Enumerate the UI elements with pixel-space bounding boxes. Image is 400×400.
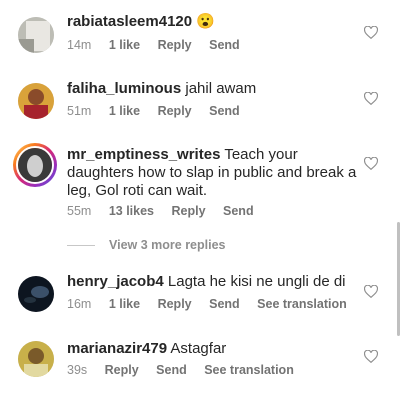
avatar[interactable] [18, 83, 54, 119]
comment-text: rabiatasleem4120 😮 [67, 13, 359, 31]
send-button[interactable]: Send [223, 204, 254, 218]
like-count[interactable]: 1 like [109, 104, 140, 118]
comment-text: faliha_luminous jahil awam [67, 80, 359, 98]
comment-body: Lagta he kisi ne ungli de di [167, 273, 346, 290]
comment-meta: 55m 13 likes Reply Send [67, 204, 268, 218]
comment-body: 😮 [196, 13, 215, 30]
send-button[interactable]: Send [209, 297, 240, 311]
send-button[interactable]: Send [156, 363, 187, 377]
reply-button[interactable]: Reply [171, 204, 205, 218]
comment-username[interactable]: henry_jacob4 [67, 273, 164, 290]
comment-time: 16m [67, 297, 92, 311]
comment-username[interactable]: faliha_luminous [67, 80, 181, 97]
reply-button[interactable]: Reply [158, 104, 192, 118]
avatar[interactable] [18, 276, 54, 312]
send-button[interactable]: Send [209, 38, 240, 52]
comment-meta: 39s Reply Send See translation [67, 363, 308, 377]
comment-meta: 14m 1 like Reply Send [67, 38, 254, 52]
comment-text: henry_jacob4 Lagta he kisi ne ungli de d… [67, 273, 359, 291]
comment-time: 55m [67, 204, 92, 218]
like-count[interactable]: 1 like [109, 297, 140, 311]
avatar[interactable] [18, 17, 54, 53]
see-translation-button[interactable]: See translation [204, 363, 294, 377]
reply-button[interactable]: Reply [158, 297, 192, 311]
reply-button[interactable]: Reply [158, 38, 192, 52]
heart-outline-icon[interactable] [364, 26, 378, 39]
like-count[interactable]: 1 like [109, 38, 140, 52]
heart-outline-icon[interactable] [364, 92, 378, 105]
comment-text: mr_emptiness_writes Teach your daughters… [67, 146, 359, 200]
comment-time: 14m [67, 38, 92, 52]
view-more-replies[interactable]: View 3 more replies [67, 238, 226, 252]
see-translation-button[interactable]: See translation [257, 297, 347, 311]
comment-time: 39s [67, 363, 88, 377]
comment-time: 51m [67, 104, 92, 118]
comment-body: jahil awam [185, 80, 257, 97]
like-count[interactable]: 13 likes [109, 204, 154, 218]
comment-body: Astagfar [170, 340, 227, 357]
heart-outline-icon[interactable] [364, 285, 378, 298]
heart-outline-icon[interactable] [364, 350, 378, 363]
avatar[interactable] [18, 341, 54, 377]
heart-outline-icon[interactable] [364, 157, 378, 170]
comment-text: marianazir479 Astagfar [67, 340, 359, 358]
reply-button[interactable]: Reply [105, 363, 139, 377]
divider [67, 245, 95, 247]
send-button[interactable]: Send [209, 104, 240, 118]
avatar[interactable] [13, 143, 57, 187]
comment-username[interactable]: rabiatasleem4120 [67, 13, 192, 30]
comment-meta: 16m 1 like Reply Send See translation [67, 297, 361, 311]
view-more-label[interactable]: View 3 more replies [109, 238, 226, 252]
comment-username[interactable]: mr_emptiness_writes [67, 146, 220, 163]
comment-meta: 51m 1 like Reply Send [67, 104, 254, 118]
comment-username[interactable]: marianazir479 [67, 340, 167, 357]
